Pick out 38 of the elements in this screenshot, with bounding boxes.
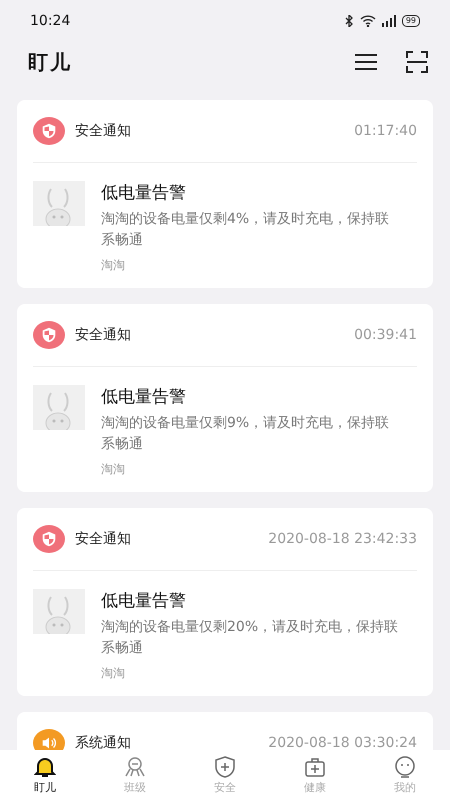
category-label: 安全通知 [75, 530, 132, 548]
notification-title: 低电量告警 [101, 182, 187, 204]
notification-card[interactable]: 安全通知 00:39:41 低电量告警 淘淘的设备电量仅剩9%，请及时充电，保持联系畅通 淘淘 [17, 304, 433, 492]
category-label: 系统通知 [75, 734, 132, 750]
child-name: 淘淘 [101, 665, 126, 682]
notification-title: 低电量告警 [101, 590, 187, 612]
bell-icon [34, 756, 56, 778]
notification-time: 2020-08-18 03:30:24 [268, 735, 417, 750]
shield-icon [33, 321, 65, 349]
notification-message: 淘淘的设备电量仅剩9%，请及时充电，保持联系畅通 [101, 414, 390, 454]
notification-message: 淘淘的设备电量仅剩20%，请及时充电，保持联系畅通 [101, 618, 400, 658]
notification-time: 00:39:41 [354, 327, 417, 343]
shield-icon [33, 117, 65, 145]
notification-time: 2020-08-18 23:42:33 [268, 531, 417, 547]
notification-time: 01:17:40 [354, 123, 417, 139]
bluetooth-icon [344, 15, 354, 27]
status-time: 10:24 [30, 13, 70, 29]
notification-message: 淘淘的设备电量仅剩4%，请及时充电，保持联系畅通 [101, 210, 390, 250]
notification-card[interactable]: 系统通知 2020-08-18 03:30:24 [17, 712, 433, 750]
shield-icon [214, 756, 236, 778]
notification-card[interactable]: 安全通知 2020-08-18 23:42:33 低电量告警 淘淘的设备电量仅剩20%，请及时充电，保持联系畅通 淘淘 [17, 508, 433, 696]
shield-icon [33, 525, 65, 553]
menu-icon [354, 53, 378, 71]
signal-icon [382, 15, 396, 27]
scan-icon [406, 51, 428, 73]
child-name: 淘淘 [101, 257, 126, 274]
wifi-icon [360, 15, 376, 27]
face-icon [394, 756, 416, 778]
child-name: 淘淘 [101, 461, 126, 478]
tab-button[interactable]: 盯儿 [0, 750, 90, 800]
battery-icon: 99 [402, 15, 420, 27]
notification-card[interactable]: 安全通知 01:17:40 低电量告警 淘淘的设备电量仅剩4%，请及时充电，保持联系畅通 淘淘 [17, 100, 433, 288]
medical-kit-icon [304, 756, 326, 778]
category-label: 安全通知 [75, 122, 132, 140]
app-title: 盯儿 [28, 48, 72, 76]
category-label: 安全通知 [75, 326, 132, 344]
notification-title: 低电量告警 [101, 386, 187, 408]
person-icon [124, 756, 146, 778]
